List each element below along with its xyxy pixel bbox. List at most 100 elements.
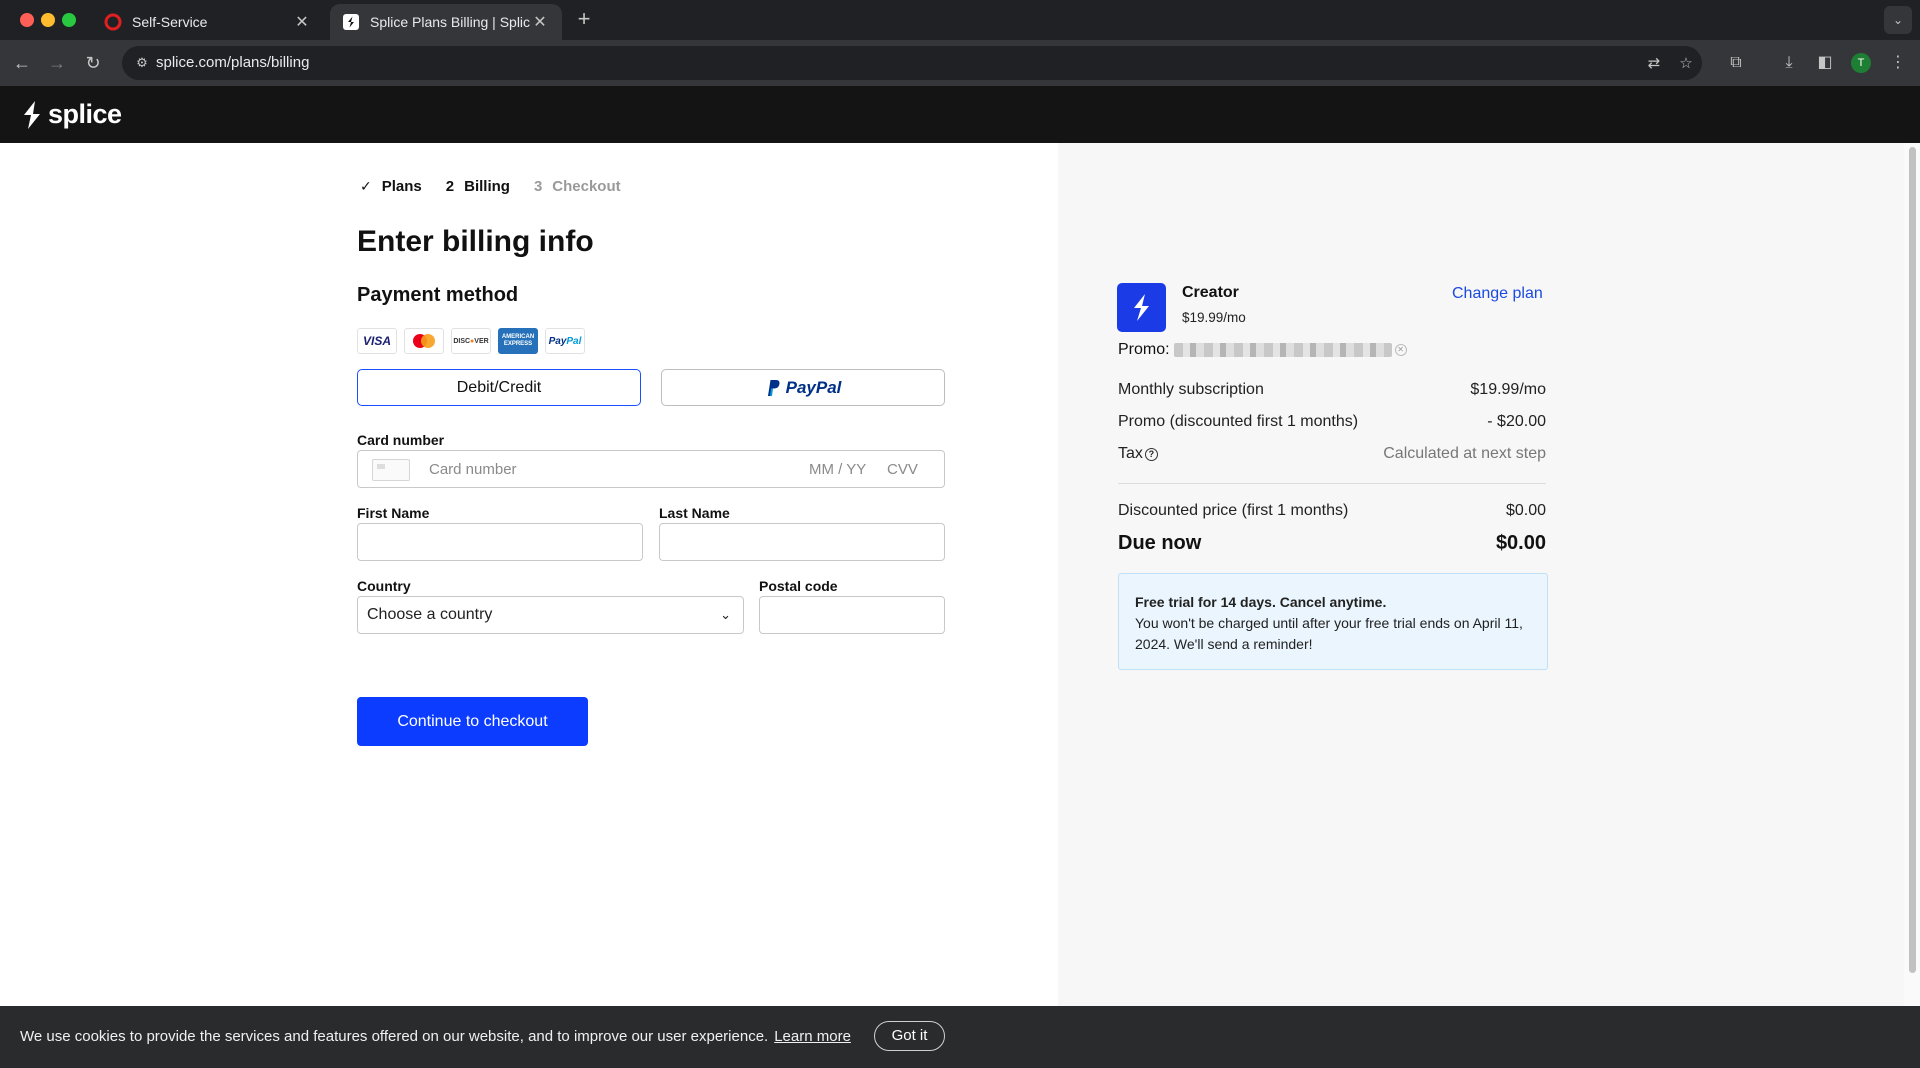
brand-wordmark: splice — [48, 99, 122, 129]
last-name-label: Last Name — [659, 505, 730, 521]
splice-logo[interactable]: splice — [20, 99, 122, 130]
minimize-window-button[interactable] — [41, 13, 55, 27]
continue-to-checkout-button[interactable]: Continue to checkout — [357, 697, 588, 746]
last-name-field[interactable] — [659, 523, 945, 561]
due-label: Due now — [1118, 532, 1202, 554]
paypal-small-icon: Pay Pal — [545, 328, 585, 354]
paypal-icon — [767, 379, 780, 396]
button-label: Continue to checkout — [397, 712, 548, 730]
monthly-subscription-row: Monthly subscription $19.99/mo — [1118, 381, 1546, 399]
step-number: 3 — [533, 178, 543, 195]
tab-title: Splice Plans Billing | Splice — [370, 14, 530, 30]
free-trial-notice: Free trial for 14 days. Cancel anytime. … — [1118, 573, 1548, 670]
discounted-price-row: Discounted price (first 1 months) $0.00 — [1118, 502, 1546, 520]
browser-toolbar: ← → ↻ ⚙ splice.com/plans/billing ⇄ ☆ ⧉ ⤓… — [0, 40, 1920, 86]
profile-avatar[interactable]: T — [1851, 53, 1871, 73]
learn-more-link[interactable]: Learn more — [774, 1028, 851, 1045]
close-window-button[interactable] — [20, 13, 34, 27]
row-label: Monthly subscription — [1118, 381, 1264, 398]
chevron-down-icon: ⌄ — [720, 607, 731, 622]
site-header: splice — [0, 86, 1920, 143]
plan-price: $19.99/mo — [1182, 310, 1246, 325]
browser-tab-self-service[interactable]: Self-Service ✕ — [92, 4, 324, 40]
cookie-text: We use cookies to provide the services a… — [20, 1028, 769, 1045]
page-scrollbar[interactable] — [1904, 143, 1920, 1006]
side-panel-icon[interactable]: ◧ — [1813, 51, 1837, 75]
step-checkout: 3 Checkout — [534, 178, 621, 195]
close-tab-icon[interactable]: ✕ — [292, 12, 312, 32]
got-it-button[interactable]: Got it — [874, 1021, 945, 1051]
mastercard-icon — [404, 328, 444, 354]
step-number: 2 — [445, 178, 455, 195]
step-plans[interactable]: ✓ Plans — [360, 178, 422, 195]
new-tab-button[interactable]: + — [572, 8, 596, 32]
page-title: Enter billing info — [357, 225, 594, 258]
due-now-row: Due now $0.00 — [1118, 532, 1546, 555]
cookie-message: We use cookies to provide the services a… — [20, 1028, 851, 1045]
splice-logo-icon — [24, 100, 40, 129]
tax-row: Tax? Calculated at next step — [1118, 445, 1546, 463]
due-value: $0.00 — [1495, 532, 1546, 554]
row-value: $0.00 — [1505, 502, 1546, 519]
scrollbar-thumb[interactable] — [1909, 147, 1916, 973]
postal-code-label: Postal code — [759, 578, 838, 594]
promo-discount-row: Promo (discounted first 1 months) - $20.… — [1118, 413, 1546, 431]
tab-paypal[interactable]: PayPal — [661, 369, 945, 406]
checkmark-icon: ✓ — [360, 178, 372, 194]
row-label: Tax — [1118, 445, 1143, 462]
tax-help-icon[interactable]: ? — [1144, 448, 1158, 461]
row-label: Discounted price (first 1 months) — [1118, 502, 1349, 519]
step-label: Plans — [381, 178, 422, 195]
trial-title: Free trial for 14 days. Cancel anytime. — [1135, 594, 1387, 610]
first-name-field[interactable] — [357, 523, 643, 561]
cookie-banner: We use cookies to provide the services a… — [0, 1006, 1920, 1068]
card-number-field[interactable]: Card number MM / YY CVV — [357, 450, 945, 488]
tab-title: Self-Service — [132, 14, 208, 30]
amex-icon: AMERICAN EXPRESS — [498, 328, 538, 354]
site-info-icon[interactable]: ⚙ — [132, 53, 152, 73]
translate-icon[interactable]: ⇄ — [1644, 54, 1664, 74]
back-icon[interactable]: ← — [10, 51, 34, 75]
tab-search-button[interactable]: ⌄ — [1884, 6, 1912, 34]
promo-code-redacted — [1173, 343, 1392, 357]
step-label: Billing — [464, 178, 510, 195]
cvv-field[interactable]: CVV — [887, 461, 918, 478]
step-label: Checkout — [552, 178, 621, 195]
row-value: Calculated at next step — [1383, 445, 1546, 462]
extensions-icon[interactable]: ⧉ — [1724, 51, 1748, 75]
summary-divider — [1118, 483, 1546, 484]
splice-favicon-icon — [343, 14, 359, 30]
forward-icon[interactable]: → — [45, 51, 69, 75]
trial-body: You won't be charged until after your fr… — [1135, 615, 1523, 652]
payment-method-heading: Payment method — [357, 284, 519, 306]
tab-label: Debit/Credit — [456, 378, 542, 396]
card-number-placeholder[interactable]: Card number — [429, 461, 517, 478]
row-value: - $20.00 — [1487, 413, 1546, 430]
promo-row: Promo: ✕ — [1118, 341, 1407, 359]
row-value: $19.99/mo — [1470, 381, 1546, 398]
url-text[interactable]: splice.com/plans/billing — [156, 54, 309, 71]
downloads-icon[interactable]: ⤓ — [1777, 51, 1801, 75]
paypal-wordmark: PayPal — [785, 377, 842, 397]
country-select[interactable]: Choose a country ⌄ — [357, 596, 744, 634]
change-plan-link[interactable]: Change plan — [1452, 285, 1543, 303]
first-name-label: First Name — [357, 505, 430, 521]
step-billing: 2 Billing — [446, 178, 510, 195]
close-tab-icon[interactable]: ✕ — [530, 12, 550, 32]
visa-icon: VISA — [357, 328, 397, 354]
browser-tab-strip: Self-Service ✕ Splice Plans Billing | Sp… — [0, 0, 1920, 40]
promo-label: Promo: — [1118, 341, 1170, 358]
reload-icon[interactable]: ↻ — [81, 51, 105, 75]
expiry-field[interactable]: MM / YY — [809, 461, 866, 478]
bookmark-star-icon[interactable]: ☆ — [1676, 54, 1696, 74]
tab-debit-credit[interactable]: Debit/Credit — [357, 369, 641, 406]
discover-icon: DISC ● VER — [451, 328, 491, 354]
remove-promo-icon[interactable]: ✕ — [1394, 344, 1407, 356]
country-label: Country — [357, 578, 411, 594]
address-bar[interactable]: ⚙ splice.com/plans/billing ⇄ ☆ — [122, 46, 1702, 80]
browser-tab-splice-billing[interactable]: Splice Plans Billing | Splice ✕ — [330, 4, 562, 40]
checkout-steps: ✓ Plans 2 Billing 3 Checkout — [360, 178, 645, 195]
maximize-window-button[interactable] — [62, 13, 76, 27]
postal-code-field[interactable] — [759, 596, 945, 634]
browser-menu-icon[interactable]: ⋮ — [1886, 51, 1910, 75]
